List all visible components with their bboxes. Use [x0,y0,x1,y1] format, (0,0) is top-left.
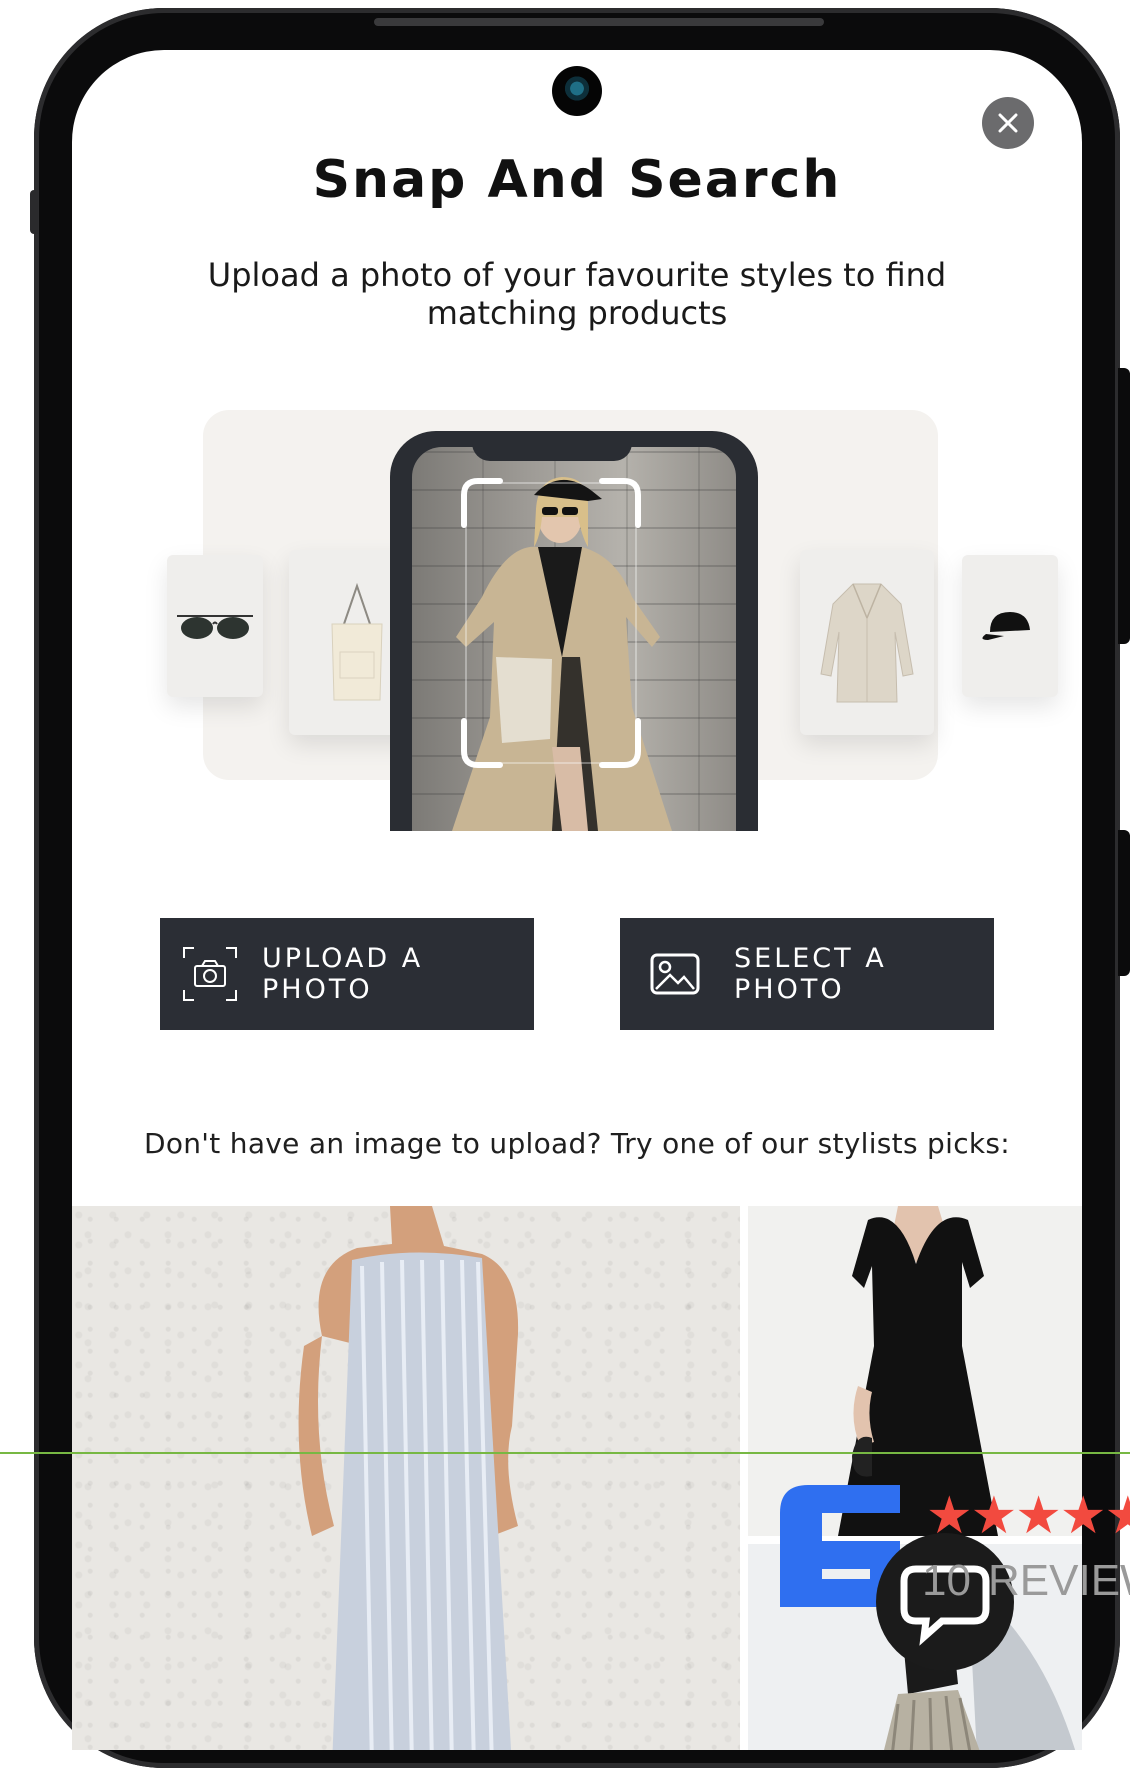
phone-illustration-screen [412,447,736,831]
upload-photo-button[interactable]: UPLOAD A PHOTO [160,918,534,1030]
select-photo-label: SELECT A PHOTO [734,943,887,1005]
phone-side-button [1118,830,1130,976]
close-icon [998,113,1018,133]
front-camera [552,66,602,116]
phone-side-button [1118,368,1130,644]
phone-side-button [30,190,38,234]
white-dress-photo [298,1206,519,1750]
cap-icon [982,612,1030,640]
product-card-cap [962,555,1058,697]
tote-bag-icon [331,582,383,700]
product-card-coat [800,550,934,735]
scan-frame-icon [461,478,641,768]
stylist-picks-prompt: Don't have an image to upload? Try one o… [143,1127,1011,1160]
phone-glint [374,18,824,26]
trench-coat-icon [820,583,914,702]
modal-title: Snap And Search [312,150,842,210]
upload-photo-label: UPLOAD A PHOTO [262,943,424,1005]
product-card-sunglasses [167,555,263,697]
close-button[interactable] [982,97,1034,149]
review-label: REVIEWS [988,1556,1130,1605]
camera-icon [182,946,238,1002]
sunglasses-icon [177,615,253,639]
select-photo-button[interactable]: SELECT A PHOTO [620,918,994,1030]
review-count: 10 [922,1556,971,1605]
image-icon [650,946,700,1002]
phone-illustration [390,431,758,831]
guide-line [0,1452,1130,1454]
hero-illustration [152,405,1058,835]
modal-subtitle: Upload a photo of your favourite styles … [207,256,947,332]
rating-stars: ★★★★★ [926,1486,1130,1546]
stylist-pick-white-dress[interactable] [72,1206,740,1750]
